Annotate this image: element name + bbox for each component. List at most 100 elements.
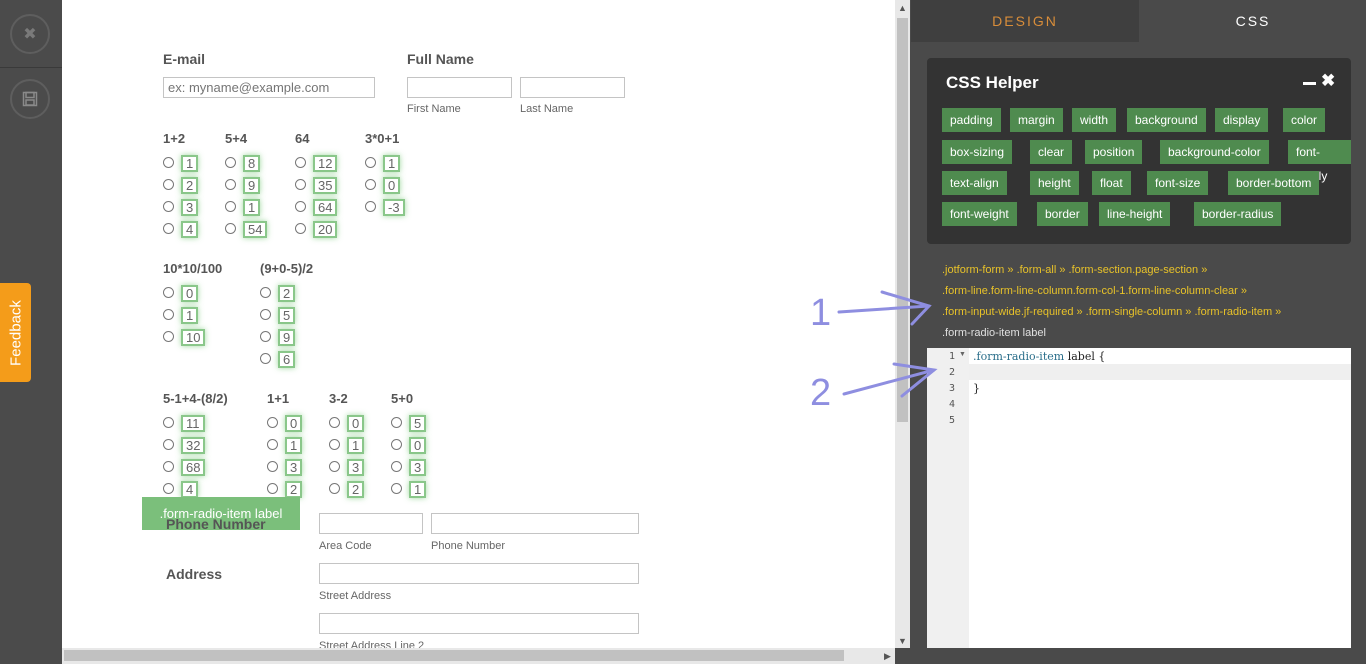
radio-option-label[interactable]: 4 (181, 481, 199, 498)
radio-button[interactable] (225, 179, 236, 190)
radio-button[interactable] (163, 483, 174, 494)
radio-option-label[interactable]: 2 (285, 481, 303, 498)
tab-css[interactable]: CSS (1139, 0, 1366, 42)
radio-option-label[interactable]: 35 (313, 177, 338, 194)
radio-button[interactable] (267, 439, 278, 450)
css-tag[interactable]: border-bottom (1228, 171, 1320, 195)
street-address-line2-input[interactable] (319, 613, 639, 634)
radio-option-label[interactable]: 1 (181, 155, 199, 172)
css-tag[interactable]: height (1030, 171, 1079, 195)
radio-button[interactable] (267, 483, 278, 494)
radio-button[interactable] (391, 483, 402, 494)
radio-button[interactable] (163, 223, 174, 234)
fold-arrow-icon[interactable]: ▼ (959, 351, 966, 358)
street-address-input[interactable] (319, 563, 639, 584)
radio-option-label[interactable]: 0 (409, 437, 427, 454)
css-tag[interactable]: padding (942, 108, 1001, 132)
minimize-icon[interactable] (1303, 82, 1316, 85)
radio-button[interactable] (163, 439, 174, 450)
css-tag[interactable]: margin (1010, 108, 1063, 132)
radio-button[interactable] (365, 157, 376, 168)
email-input[interactable] (163, 77, 375, 98)
radio-option-label[interactable]: 0 (285, 415, 303, 432)
breadcrumb-line-2[interactable]: .form-line.form-line-column.form-col-1.f… (942, 285, 1247, 297)
radio-button[interactable] (163, 417, 174, 428)
css-tag[interactable]: line-height (1099, 202, 1171, 226)
radio-button[interactable] (391, 417, 402, 428)
radio-option-label[interactable]: 11 (181, 415, 205, 432)
css-tag[interactable]: color (1283, 108, 1326, 132)
first-name-input[interactable] (407, 77, 512, 98)
css-tag[interactable]: width (1072, 108, 1117, 132)
radio-button[interactable] (260, 309, 271, 320)
scroll-up-icon[interactable]: ▲ (895, 0, 910, 15)
feedback-button[interactable]: Feedback (0, 283, 31, 382)
horizontal-scroll-thumb[interactable] (64, 650, 844, 661)
radio-button[interactable] (391, 461, 402, 472)
radio-option-label[interactable]: 1 (383, 155, 401, 172)
radio-option-label[interactable]: 5 (409, 415, 427, 432)
radio-button[interactable] (267, 461, 278, 472)
radio-option-label[interactable]: 1 (409, 481, 427, 498)
radio-button[interactable] (391, 439, 402, 450)
radio-button[interactable] (267, 417, 278, 428)
area-code-input[interactable] (319, 513, 423, 534)
radio-button[interactable] (295, 157, 306, 168)
css-tag[interactable]: border (1037, 202, 1088, 226)
radio-button[interactable] (163, 287, 174, 298)
radio-button[interactable] (163, 461, 174, 472)
radio-option-label[interactable]: 2 (278, 285, 296, 302)
css-tag[interactable]: clear (1030, 140, 1073, 164)
radio-option-label[interactable]: 3 (347, 459, 365, 476)
radio-button[interactable] (163, 331, 174, 342)
radio-option-label[interactable]: 9 (278, 329, 296, 346)
css-tag[interactable]: float (1092, 171, 1131, 195)
radio-button[interactable] (365, 179, 376, 190)
phone-number-input[interactable] (431, 513, 639, 534)
radio-option-label[interactable]: 68 (181, 459, 206, 476)
radio-button[interactable] (329, 483, 340, 494)
radio-button[interactable] (163, 201, 174, 212)
radio-button[interactable] (260, 287, 271, 298)
radio-option-label[interactable]: 9 (243, 177, 261, 194)
radio-button[interactable] (329, 417, 340, 428)
radio-button[interactable] (260, 353, 271, 364)
radio-button[interactable] (225, 157, 236, 168)
radio-option-label[interactable]: 1 (243, 199, 261, 216)
radio-option-label[interactable]: 0 (347, 415, 365, 432)
radio-button[interactable] (295, 179, 306, 190)
radio-option-label[interactable]: 32 (181, 437, 206, 454)
radio-option-label[interactable]: 0 (181, 285, 199, 302)
radio-option-label[interactable]: 3 (409, 459, 427, 476)
scroll-down-icon[interactable]: ▼ (895, 633, 910, 648)
radio-button[interactable] (260, 331, 271, 342)
css-tag[interactable]: font-family (1288, 140, 1351, 183)
radio-option-label[interactable]: 5 (278, 307, 296, 324)
css-tag[interactable]: border-radius (1194, 202, 1282, 226)
radio-button[interactable] (295, 223, 306, 234)
radio-option-label[interactable]: 1 (181, 307, 199, 324)
close-helper-icon[interactable]: ✖ (1321, 71, 1335, 91)
save-button[interactable] (10, 79, 50, 119)
radio-option-label[interactable]: 54 (243, 221, 268, 238)
css-tag[interactable]: text-align (942, 171, 1007, 195)
radio-option-label[interactable]: 6 (278, 351, 296, 368)
css-tag[interactable]: background-color (1160, 140, 1269, 164)
radio-option-label[interactable]: 4 (181, 221, 199, 238)
radio-option-label[interactable]: 3 (285, 459, 303, 476)
radio-button[interactable] (329, 461, 340, 472)
scroll-right-icon[interactable]: ▶ (880, 649, 895, 664)
radio-option-label[interactable]: 1 (347, 437, 365, 454)
css-code-editor[interactable] (927, 348, 1351, 648)
radio-button[interactable] (295, 201, 306, 212)
radio-option-label[interactable]: 2 (181, 177, 199, 194)
tab-design[interactable]: DESIGN (911, 0, 1139, 42)
css-tag[interactable]: display (1215, 108, 1269, 132)
radio-button[interactable] (163, 309, 174, 320)
close-button[interactable]: ✖ (10, 14, 50, 54)
last-name-input[interactable] (520, 77, 625, 98)
radio-option-label[interactable]: 8 (243, 155, 261, 172)
radio-button[interactable] (163, 179, 174, 190)
css-tag[interactable]: font-weight (942, 202, 1017, 226)
css-tag[interactable]: background (1127, 108, 1206, 132)
